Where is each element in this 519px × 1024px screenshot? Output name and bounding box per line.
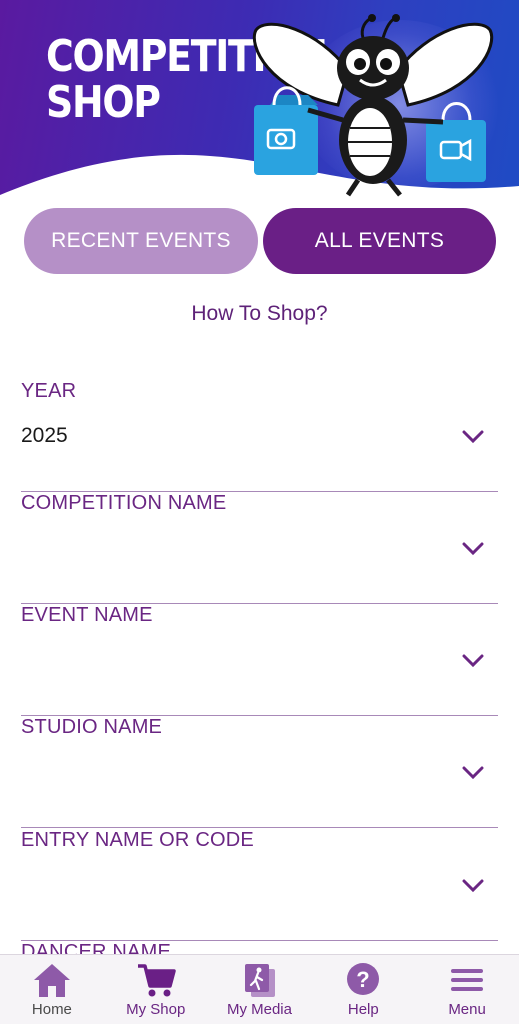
competition-name-label: COMPETITION NAME bbox=[21, 492, 227, 514]
entry-name-select[interactable]: ENTRY NAME OR CODE bbox=[21, 829, 498, 941]
event-name-select[interactable]: EVENT NAME bbox=[21, 604, 498, 716]
nav-help-label: Help bbox=[347, 1001, 379, 1018]
nav-menu[interactable]: Menu bbox=[415, 955, 519, 1024]
nav-my-shop-label: My Shop bbox=[126, 1001, 186, 1018]
nav-home[interactable]: Home bbox=[0, 955, 104, 1024]
studio-name-label: STUDIO NAME bbox=[21, 716, 163, 738]
cart-icon bbox=[137, 964, 176, 997]
tab-all-events[interactable]: ALL EVENTS bbox=[263, 208, 496, 274]
nav-help[interactable]: ? Help bbox=[311, 955, 415, 1024]
year-value: 2025 bbox=[21, 424, 68, 447]
bottom-nav: Home My Shop My Media ? Help Menu bbox=[0, 954, 519, 1024]
mascot-illustration bbox=[252, 14, 494, 197]
nav-home-label: Home bbox=[31, 1001, 72, 1018]
year-label: YEAR bbox=[21, 380, 77, 402]
event-name-label: EVENT NAME bbox=[21, 604, 153, 626]
nav-my-shop[interactable]: My Shop bbox=[104, 955, 208, 1024]
chevron-down-icon[interactable] bbox=[462, 879, 484, 893]
header-banner: COMPETITION SHOP bbox=[0, 0, 519, 200]
media-icon bbox=[245, 964, 276, 997]
competition-name-select[interactable]: COMPETITION NAME bbox=[21, 492, 498, 604]
menu-icon bbox=[451, 969, 484, 991]
nav-my-media-label: My Media bbox=[226, 1001, 292, 1018]
svg-text:?: ? bbox=[357, 967, 370, 992]
chevron-down-icon[interactable] bbox=[462, 654, 484, 668]
tab-recent-events[interactable]: RECENT EVENTS bbox=[24, 208, 258, 274]
home-icon bbox=[33, 964, 70, 997]
how-to-shop-link[interactable]: How To Shop? bbox=[0, 302, 519, 326]
nav-my-media[interactable]: My Media bbox=[208, 955, 312, 1024]
year-select[interactable]: YEAR 2025 bbox=[21, 380, 498, 492]
help-icon: ? bbox=[347, 963, 380, 995]
chevron-down-icon[interactable] bbox=[462, 430, 484, 444]
entry-name-label: ENTRY NAME OR CODE bbox=[21, 829, 254, 851]
nav-menu-label: Menu bbox=[448, 1001, 486, 1018]
studio-name-select[interactable]: STUDIO NAME bbox=[21, 716, 498, 828]
chevron-down-icon[interactable] bbox=[462, 542, 484, 556]
chevron-down-icon[interactable] bbox=[462, 766, 484, 780]
